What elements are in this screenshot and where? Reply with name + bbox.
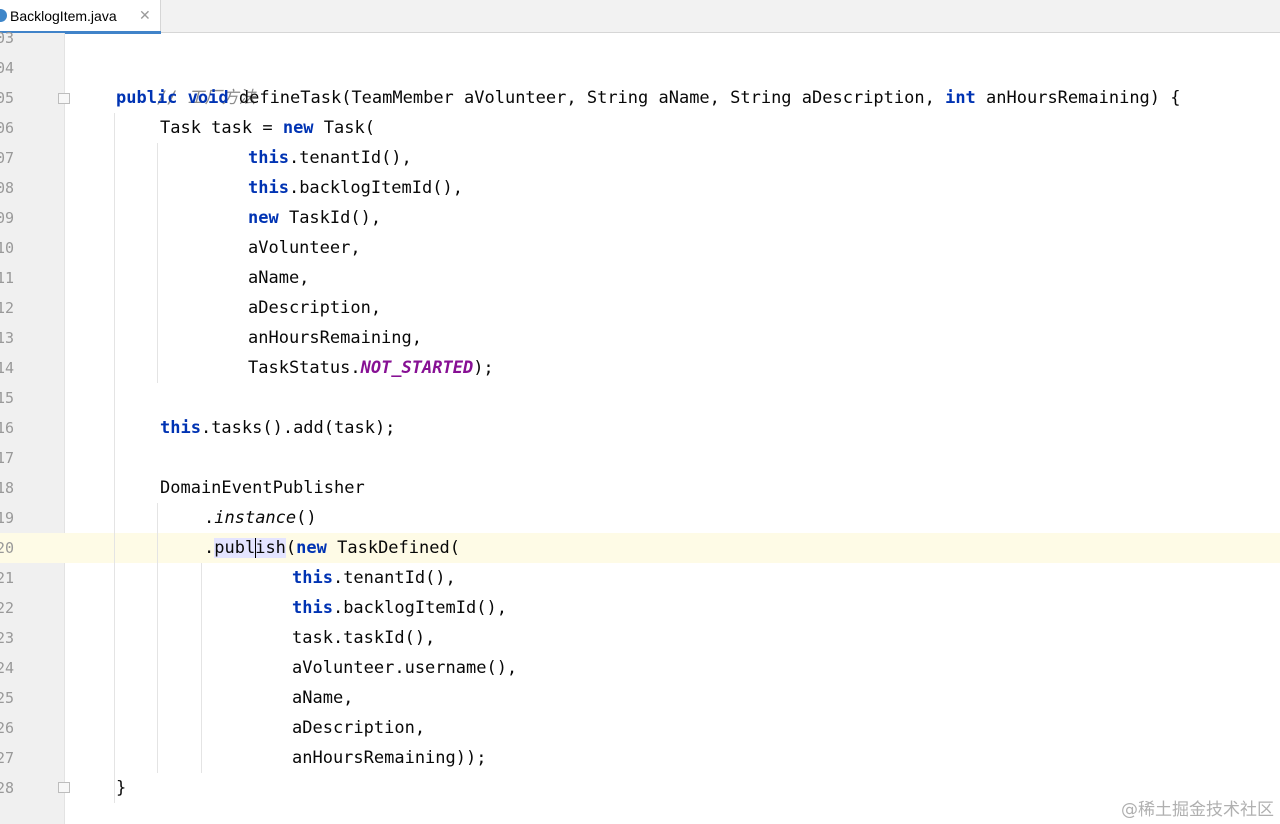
line-number: 07	[0, 149, 15, 167]
code-line-122: this.backlogItemId(),	[292, 598, 507, 618]
line-number-gutter[interactable]: 03 04 05 06 07 08 09 10 11 12 13 14 15 1…	[0, 29, 70, 824]
line-number: 21	[0, 569, 15, 587]
code-line-108: this.backlogItemId(),	[248, 178, 463, 198]
code-line-109: new TaskId(),	[248, 208, 382, 228]
code-line-104: // 工厂方法	[116, 53, 256, 108]
line-number: 28	[0, 779, 15, 797]
line-number: 12	[0, 299, 15, 317]
identifier-highlight: publish	[214, 538, 286, 558]
code-line-105: public void defineTask(TeamMember aVolun…	[116, 88, 1181, 108]
code-line-126: aDescription,	[292, 718, 426, 738]
code-line-127: anHoursRemaining));	[292, 748, 487, 768]
line-number: 17	[0, 449, 15, 467]
line-number: 20	[0, 539, 15, 557]
tab-label: BacklogItem.java	[10, 8, 117, 24]
line-number: 11	[0, 269, 15, 287]
code-line-112: aDescription,	[248, 298, 382, 318]
code-line-123: task.taskId(),	[292, 628, 436, 648]
close-icon[interactable]: ✕	[139, 7, 151, 24]
line-number: 05	[0, 89, 15, 107]
line-number: 04	[0, 59, 15, 77]
line-number: 15	[0, 389, 15, 407]
line-number: 24	[0, 659, 15, 677]
code-line-120: .publish(new TaskDefined(	[204, 538, 460, 558]
line-number: 06	[0, 119, 15, 137]
code-line-110: aVolunteer,	[248, 238, 361, 258]
code-line-125: aName,	[292, 688, 354, 708]
indent-guide	[201, 563, 202, 773]
line-number: 10	[0, 239, 15, 257]
code-editor[interactable]: // 工厂方法 public void defineTask(TeamMembe…	[65, 33, 1280, 824]
code-line-114: TaskStatus.NOT_STARTED);	[248, 358, 494, 378]
editor-tab-bar: BacklogItem.java ✕	[0, 0, 1280, 34]
tab-backlogitem-java[interactable]: BacklogItem.java ✕	[0, 0, 161, 34]
code-line-119: .instance()	[204, 508, 317, 528]
line-number: 26	[0, 719, 15, 737]
line-number: 14	[0, 359, 15, 377]
line-number: 18	[0, 479, 15, 497]
code-line-124: aVolunteer.username(),	[292, 658, 518, 678]
line-number: 16	[0, 419, 15, 437]
line-number: 19	[0, 509, 15, 527]
code-line-106: Task task = new Task(	[160, 118, 375, 138]
code-line-107: this.tenantId(),	[248, 148, 412, 168]
line-number: 13	[0, 329, 15, 347]
code-line-121: this.tenantId(),	[292, 568, 456, 588]
line-number: 25	[0, 689, 15, 707]
line-number: 09	[0, 209, 15, 227]
line-number: 03	[0, 29, 15, 47]
code-line-118: DomainEventPublisher	[160, 478, 365, 498]
indent-guide	[157, 143, 158, 383]
line-number: 27	[0, 749, 15, 767]
code-line-111: aName,	[248, 268, 310, 288]
code-line-113: anHoursRemaining,	[248, 328, 422, 348]
watermark: @稀土掘金技术社区	[1121, 800, 1274, 820]
java-class-icon	[0, 9, 7, 22]
line-number: 23	[0, 629, 15, 647]
line-number: 22	[0, 599, 15, 617]
code-line-116: this.tasks().add(task);	[160, 418, 396, 438]
indent-guide	[157, 503, 158, 773]
code-line-128: }	[116, 778, 127, 798]
line-number: 08	[0, 179, 15, 197]
indent-guide	[114, 113, 115, 803]
